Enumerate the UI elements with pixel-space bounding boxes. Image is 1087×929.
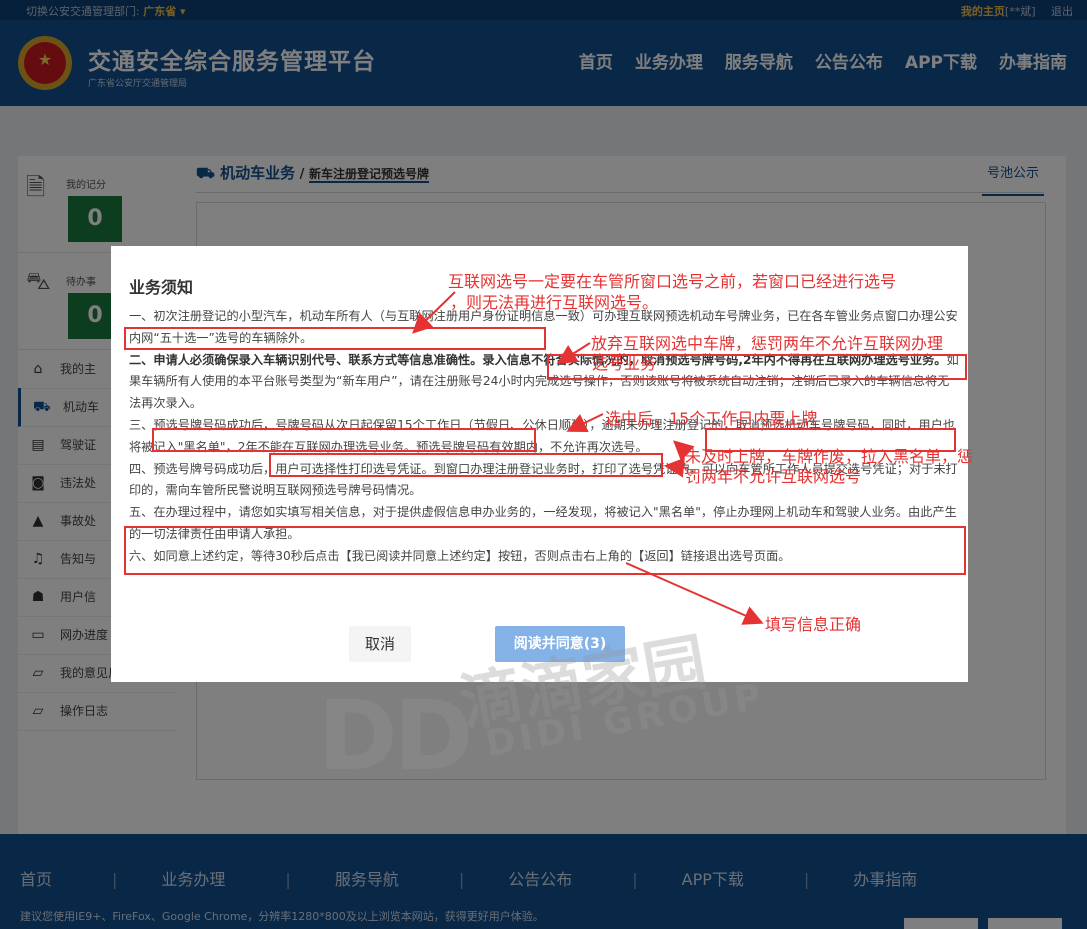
annotation-window-order-2: ，则无法再进行互联网选号。 (450, 293, 659, 312)
annotation-correct-info: 填写信息正确 (765, 615, 862, 634)
watermark-logo: DD (318, 680, 473, 792)
annotation-15-days: 选中后，15个工作日内要上牌 (605, 409, 818, 428)
annotation-blacklist-2: 罚两年不允许互联网选号 (685, 467, 862, 486)
annotation-penalty-2: 选号业务 (592, 354, 657, 373)
